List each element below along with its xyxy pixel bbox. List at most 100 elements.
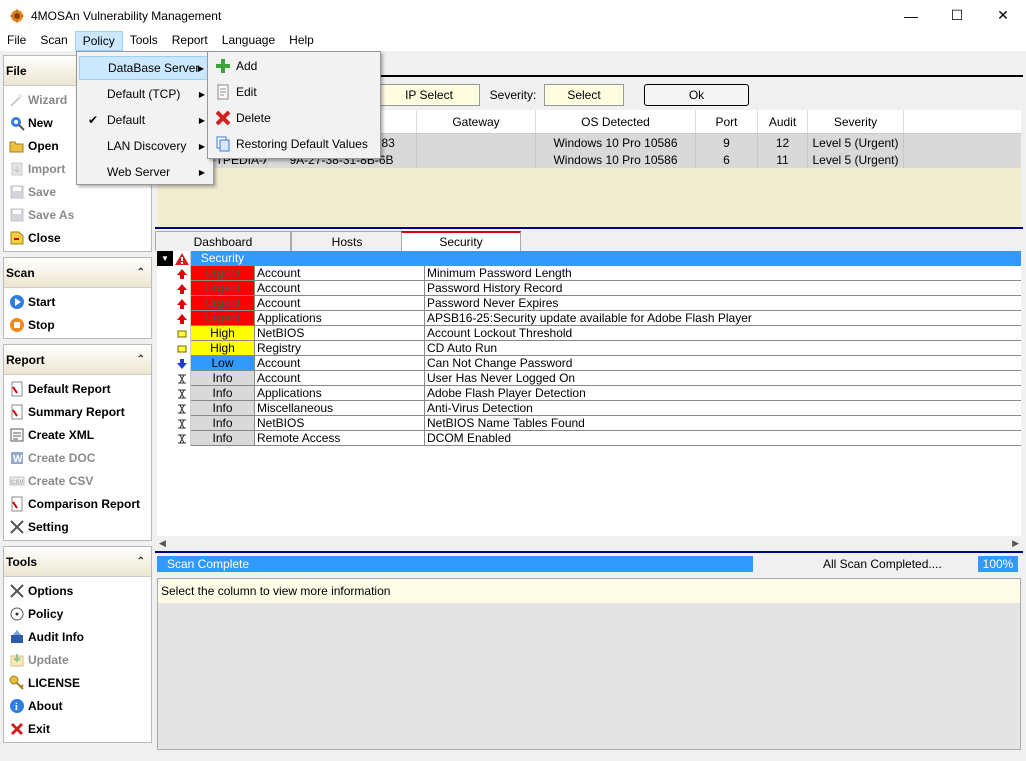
policy-menu-item-default-tcp[interactable]: Default (TCP) ▶: [79, 82, 211, 106]
exit-icon: [9, 721, 25, 737]
panel-report: Report ⌃ Default Report Summary Report Creat…: [3, 344, 152, 541]
sidebar-item-label: Close: [28, 230, 61, 245]
sidebar-item-create-csv[interactable]: CSV Create CSV: [4, 469, 151, 492]
sidebar-item-stop[interactable]: Stop: [4, 313, 151, 336]
menu-policy[interactable]: Policy: [74, 31, 123, 51]
severity-select[interactable]: Select: [544, 84, 624, 106]
close-button[interactable]: ✕: [980, 0, 1026, 31]
column-header[interactable]: Audit: [758, 110, 808, 133]
collapse-icon[interactable]: ⌃: [137, 267, 145, 278]
divider: [155, 551, 1023, 553]
sidebar-item-about[interactable]: i About: [4, 694, 151, 717]
column-header[interactable]: Gateway: [417, 110, 536, 133]
menu-language[interactable]: Language: [215, 31, 282, 51]
ip-select-button[interactable]: IP Select: [378, 84, 480, 106]
sidebar-item-options[interactable]: Options: [4, 579, 151, 602]
stop-icon: [9, 317, 25, 333]
column-header[interactable]: OS Detected: [536, 110, 696, 133]
import-icon: [9, 161, 25, 177]
sidebar-item-update[interactable]: Update: [4, 648, 151, 671]
submenu-item-delete[interactable]: Delete: [210, 106, 378, 130]
security-row[interactable]: Urgent Applications APSB16-25:Security upd…: [157, 311, 1021, 326]
column-header[interactable]: Port: [696, 110, 758, 133]
sidebar-item-setting[interactable]: Setting: [4, 515, 151, 538]
sidebar-item-label: Open: [28, 138, 59, 153]
security-row[interactable]: Info Applications Adobe Flash Player Detec…: [157, 386, 1021, 401]
sidebar-item-create-doc[interactable]: W Create DOC: [4, 446, 151, 469]
table-cell: Windows 10 Pro 10586: [536, 134, 696, 151]
menu-tools[interactable]: Tools: [123, 31, 165, 51]
submenu-item-edit[interactable]: Edit: [210, 80, 378, 104]
sidebar-item-label: Default Report: [28, 381, 111, 396]
collapse-icon[interactable]: ⌃: [137, 556, 145, 567]
sidebar-item-exit[interactable]: Exit: [4, 717, 151, 740]
panel-title: File: [6, 63, 27, 78]
submenu-arrow-icon: ▶: [198, 89, 205, 99]
report-icon: [9, 404, 25, 420]
submenu-arrow-icon: ▶: [198, 167, 205, 177]
description-cell: Adobe Flash Player Detection: [425, 386, 1021, 401]
tab-security[interactable]: Security: [401, 231, 521, 251]
security-row[interactable]: High NetBIOS Account Lockout Threshold: [157, 326, 1021, 341]
security-grid[interactable]: ▼ Security Urgent Account Minimum Password L…: [157, 251, 1021, 536]
scroll-right-icon[interactable]: ▶: [1012, 538, 1019, 549]
security-header-row[interactable]: ▼ Security: [157, 251, 1021, 266]
collapse-icon[interactable]: ⌃: [137, 354, 145, 365]
tab-dashboard[interactable]: Dashboard: [155, 231, 291, 251]
panel-header-report[interactable]: Report ⌃: [4, 345, 151, 375]
report-icon: [9, 496, 25, 512]
setting-icon: [9, 519, 25, 535]
info-level-icon: [173, 431, 191, 446]
maximize-button[interactable]: ☐: [934, 0, 980, 31]
scroll-left-icon[interactable]: ◀: [159, 538, 166, 549]
submenu-item-add[interactable]: Add: [210, 54, 378, 78]
open-icon: [9, 138, 25, 154]
policy-menu-item-default[interactable]: ✔ Default ▶: [79, 108, 211, 132]
row-spacer: [157, 431, 173, 446]
report-icon: [9, 381, 25, 397]
audit-icon: [9, 629, 25, 645]
tab-hosts[interactable]: Hosts: [291, 231, 403, 251]
security-row[interactable]: Info NetBIOS NetBIOS Name Tables Found: [157, 416, 1021, 431]
panel-header-tools[interactable]: Tools ⌃: [4, 547, 151, 577]
sidebar-item-label: Stop: [28, 317, 55, 332]
sidebar-item-create-xml[interactable]: Create XML: [4, 423, 151, 446]
policy-menu-item-database-server[interactable]: DataBase Server ▶: [79, 56, 211, 80]
ok-button[interactable]: Ok: [644, 84, 749, 106]
security-row[interactable]: Info Remote Access DCOM Enabled: [157, 431, 1021, 446]
security-row[interactable]: High Registry CD Auto Run: [157, 341, 1021, 356]
security-row[interactable]: Urgent Account Minimum Password Length: [157, 266, 1021, 281]
sidebar-item-policy[interactable]: Policy: [4, 602, 151, 625]
sidebar-item-default-report[interactable]: Default Report: [4, 377, 151, 400]
sidebar-item-start[interactable]: Start: [4, 290, 151, 313]
minimize-button[interactable]: —: [888, 0, 934, 31]
expand-icon[interactable]: ▼: [157, 251, 173, 266]
security-row[interactable]: Urgent Account Password Never Expires: [157, 296, 1021, 311]
security-row[interactable]: Info Account User Has Never Logged On: [157, 371, 1021, 386]
menu-file[interactable]: File: [0, 31, 33, 51]
security-row[interactable]: Urgent Account Password History Record: [157, 281, 1021, 296]
menu-report[interactable]: Report: [165, 31, 215, 51]
category-cell: Applications: [255, 311, 425, 326]
security-row[interactable]: Info Miscellaneous Anti-Virus Detection: [157, 401, 1021, 416]
sidebar-item-save-as[interactable]: Save As: [4, 203, 151, 226]
category-cell: Miscellaneous: [255, 401, 425, 416]
sidebar-item-summary-report[interactable]: Summary Report: [4, 400, 151, 423]
sidebar-item-label: Audit Info: [28, 629, 84, 644]
sidebar-item-close[interactable]: Close: [4, 226, 151, 249]
sidebar-item-label: Policy: [28, 606, 64, 621]
panel-header-scan[interactable]: Scan ⌃: [4, 258, 151, 288]
menu-help[interactable]: Help: [282, 31, 321, 51]
column-header[interactable]: Severity: [808, 110, 904, 133]
policy-menu-item-lan-discovery[interactable]: LAN Discovery ▶: [79, 134, 211, 158]
menu-item-label: Add: [236, 59, 258, 73]
menu-item-label: Restoring Default Values: [236, 137, 368, 151]
security-row[interactable]: Low Account Can Not Change Password: [157, 356, 1021, 371]
sidebar-item-comparison-report[interactable]: Comparison Report: [4, 492, 151, 515]
menu-scan[interactable]: Scan: [33, 31, 74, 51]
submenu-item-restoring-default-values[interactable]: Restoring Default Values: [210, 132, 378, 156]
sidebar-item-audit-info[interactable]: Audit Info: [4, 625, 151, 648]
sidebar-item-license[interactable]: LICENSE: [4, 671, 151, 694]
policy-menu-item-web-server[interactable]: Web Server ▶: [79, 160, 211, 184]
horizontal-scrollbar[interactable]: ◀ ▶: [157, 536, 1021, 550]
